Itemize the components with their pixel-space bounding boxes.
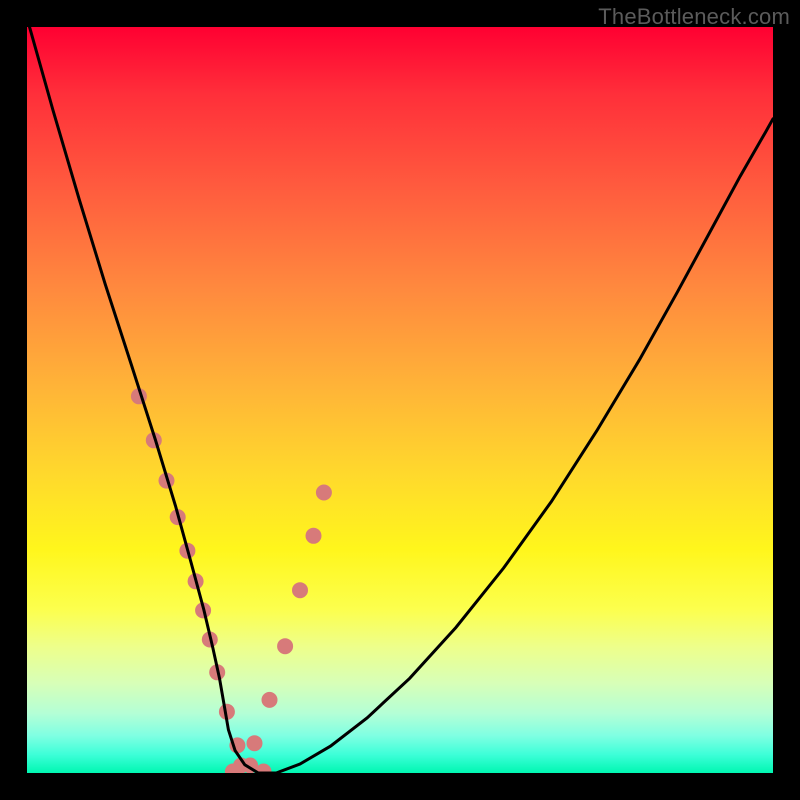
dot-marker	[247, 735, 263, 751]
outer-frame: TheBottleneck.com	[0, 0, 800, 800]
dot-marker	[277, 638, 293, 654]
dot-marker	[292, 582, 308, 598]
dot-marker	[262, 692, 278, 708]
dot-marker	[306, 528, 322, 544]
chart-svg	[27, 27, 773, 773]
watermark-text: TheBottleneck.com	[598, 4, 790, 30]
dots-group	[131, 388, 332, 773]
dot-marker	[316, 485, 332, 501]
chart-plot-area	[27, 27, 773, 773]
